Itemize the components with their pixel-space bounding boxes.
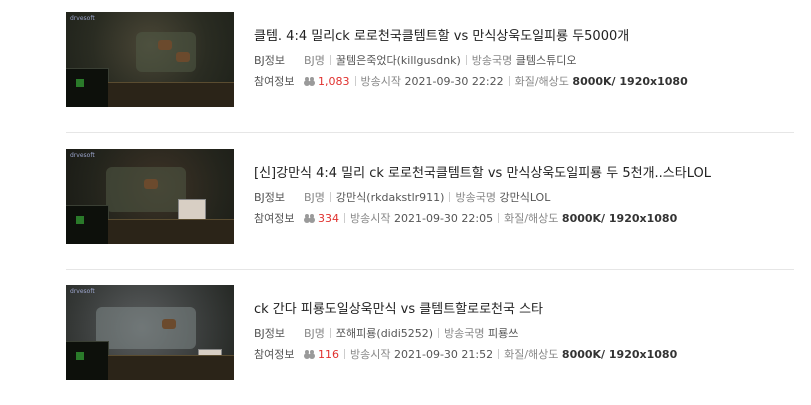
join-info-label: 참여정보 bbox=[254, 348, 295, 361]
minimap bbox=[66, 205, 109, 244]
bj-info-label: BJ정보 bbox=[254, 327, 286, 340]
bj-info-label: BJ정보 bbox=[254, 191, 286, 204]
minimap bbox=[66, 68, 109, 107]
game-hud bbox=[108, 355, 234, 380]
join-info-row: 참여정보 116 방송시작 2021-09-30 21:52 화질/해상도 8000K… bbox=[254, 346, 677, 362]
bj-info-row: BJ정보 BJ명 강만식(rkdakstlr911) 방송국명 강만식LOL bbox=[254, 189, 550, 205]
broadcast-item: drvesoft [신]강만식 4:4 밀리 ck 로로천국클템트할 vs 만식… bbox=[66, 149, 794, 270]
start-time: 2021-09-30 22:05 bbox=[393, 212, 494, 225]
bj-info-row: BJ정보 BJ명 쪼해피룡(didi5252) 방송국명 피룡쓰 bbox=[254, 325, 518, 341]
quality-value: 8000K/ 1920x1080 bbox=[561, 212, 678, 225]
bj-name[interactable]: 꿀템은죽었다(killgusdnk) bbox=[336, 54, 461, 67]
broadcast-item: drvesoft 클템. 4:4 밀리ck 로로천국클템트할 vs 만식상욱도일… bbox=[66, 12, 794, 133]
station-name[interactable]: 강만식LOL bbox=[499, 191, 550, 204]
game-hud bbox=[108, 82, 234, 107]
bj-name-key: BJ명 bbox=[304, 191, 325, 204]
quality-value: 8000K/ 1920x1080 bbox=[572, 75, 688, 88]
bj-info-label: BJ정보 bbox=[254, 54, 286, 67]
start-key: 방송시작 bbox=[350, 348, 391, 361]
join-info-row: 참여정보 334 방송시작 2021-09-30 22:05 화질/해상도 8000K… bbox=[254, 210, 677, 226]
station-key: 방송국명 bbox=[455, 191, 496, 204]
start-time: 2021-09-30 21:52 bbox=[393, 348, 494, 361]
start-key: 방송시작 bbox=[360, 75, 401, 88]
stream-thumbnail[interactable]: drvesoft bbox=[66, 149, 234, 244]
bj-name-key: BJ명 bbox=[304, 54, 325, 67]
join-info-label: 참여정보 bbox=[254, 212, 295, 225]
quality-key: 화질/해상도 bbox=[504, 348, 559, 361]
broadcast-title[interactable]: 클템. 4:4 밀리ck 로로천국클템트할 vs 만식상욱도일피룡 두5000개 bbox=[254, 25, 629, 44]
broadcast-list: drvesoft 클템. 4:4 밀리ck 로로천국클템트할 vs 만식상욱도일… bbox=[0, 0, 811, 400]
join-info-row: 참여정보 1,083 방송시작 2021-09-30 22:22 화질/해상도 800… bbox=[254, 73, 688, 89]
station-key: 방송국명 bbox=[471, 54, 513, 67]
quality-key: 화질/해상도 bbox=[514, 75, 569, 88]
thumbnail-tag: drvesoft bbox=[70, 15, 95, 22]
people-icon bbox=[304, 350, 316, 358]
viewer-count: 334 bbox=[318, 212, 339, 225]
stream-thumbnail[interactable]: drvesoft bbox=[66, 285, 234, 380]
minimap bbox=[66, 341, 109, 380]
quality-key: 화질/해상도 bbox=[504, 212, 559, 225]
start-time: 2021-09-30 22:22 bbox=[404, 75, 504, 88]
bj-name-key: BJ명 bbox=[304, 327, 325, 340]
join-info-label: 참여정보 bbox=[254, 75, 295, 88]
station-key: 방송국명 bbox=[444, 327, 485, 340]
thumbnail-tag: drvesoft bbox=[70, 288, 95, 295]
viewer-count: 1,083 bbox=[318, 75, 350, 88]
people-icon bbox=[304, 77, 316, 85]
bj-name[interactable]: 쪼해피룡(didi5252) bbox=[336, 327, 433, 340]
bj-info-row: BJ정보 BJ명 꿀템은죽었다(killgusdnk) 방송국명 클템스튜디오 bbox=[254, 52, 577, 68]
bj-name[interactable]: 강만식(rkdakstlr911) bbox=[336, 191, 445, 204]
stream-thumbnail[interactable]: drvesoft bbox=[66, 12, 234, 107]
broadcast-item: drvesoft ck 간다 피룡도일상욱만식 vs 클템트할로로천국 스타 B… bbox=[66, 285, 794, 405]
station-name[interactable]: 클템스튜디오 bbox=[516, 54, 577, 67]
broadcast-title[interactable]: ck 간다 피룡도일상욱만식 vs 클템트할로로천국 스타 bbox=[254, 298, 543, 317]
thumbnail-tag: drvesoft bbox=[70, 152, 95, 159]
broadcast-title[interactable]: [신]강만식 4:4 밀리 ck 로로천국클템트할 vs 만식상욱도일피룡 두 … bbox=[254, 162, 711, 181]
game-hud bbox=[108, 219, 234, 244]
start-key: 방송시작 bbox=[350, 212, 391, 225]
viewer-count: 116 bbox=[318, 348, 339, 361]
quality-value: 8000K/ 1920x1080 bbox=[561, 348, 678, 361]
people-icon bbox=[304, 214, 316, 222]
station-name[interactable]: 피룡쓰 bbox=[488, 327, 518, 340]
